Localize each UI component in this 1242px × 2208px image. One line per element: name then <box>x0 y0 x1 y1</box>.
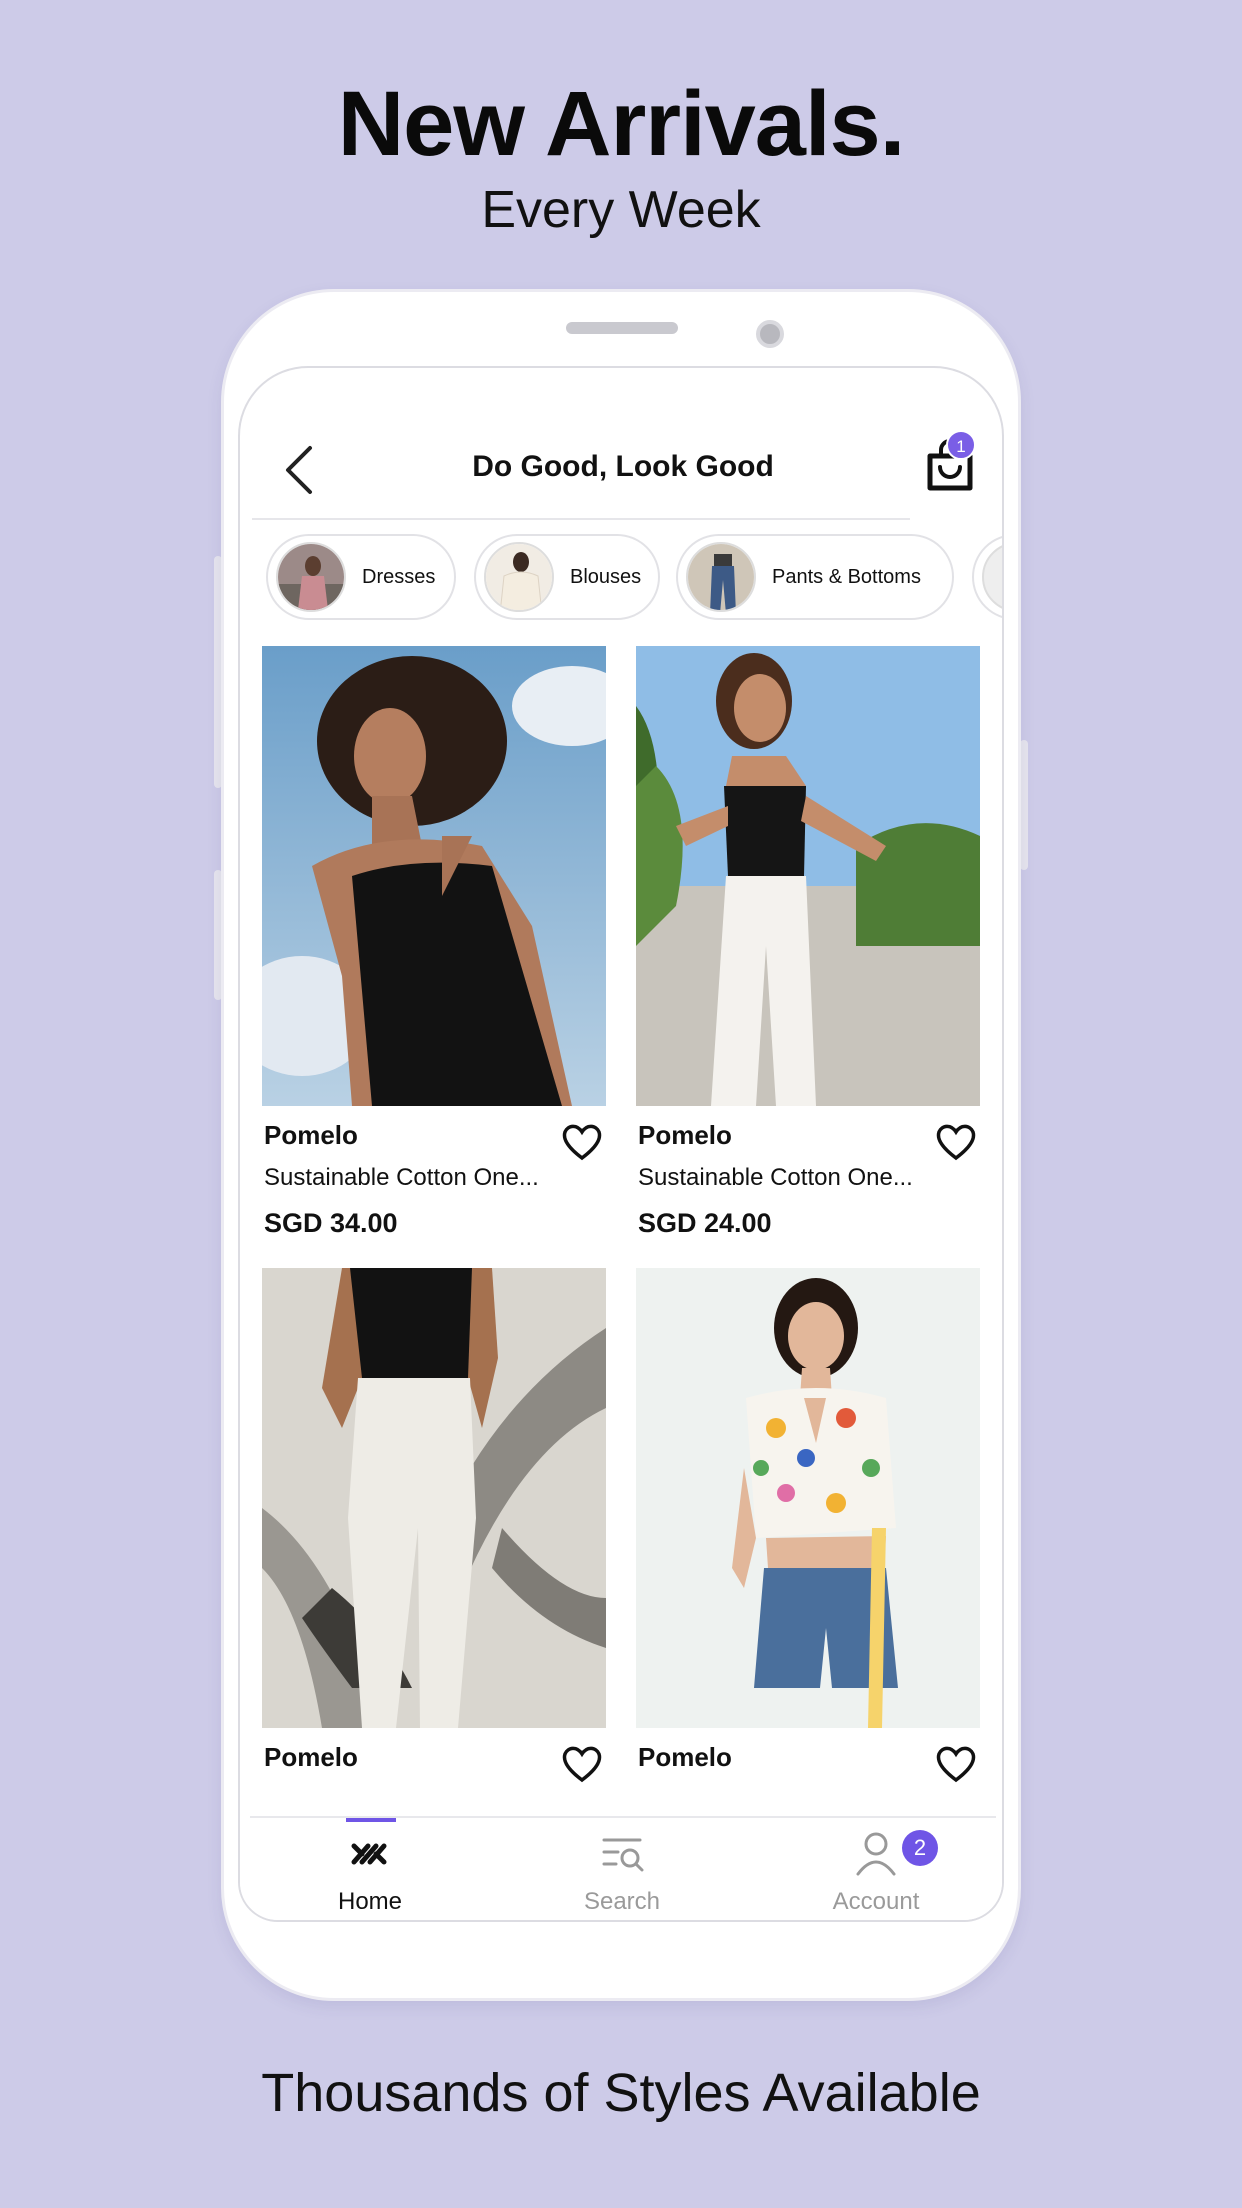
product-card[interactable]: Pomelo Sustainable Cotton One... SGD 34.… <box>262 646 606 1246</box>
category-chips: Dresses Blouses Pants & Bottoms <box>266 534 1002 622</box>
product-brand: Pomelo <box>638 1742 732 1772</box>
more-category-thumbnail <box>982 542 1002 612</box>
category-label: Dresses <box>362 565 436 588</box>
pants-bottoms-thumbnail <box>686 542 756 612</box>
dresses-thumbnail <box>276 542 346 612</box>
nav-label: Home <box>337 1888 403 1915</box>
promo-headline: New Arrivals. <box>337 73 906 175</box>
product-card[interactable]: Pomelo <box>636 1268 980 1788</box>
phone-power-button <box>1020 740 1028 870</box>
product-brand: Pomelo <box>638 1120 732 1150</box>
promo-footer: Thousands of Styles Available <box>261 2063 981 2123</box>
phone-side-button <box>214 870 222 1000</box>
heart-icon[interactable] <box>560 1742 604 1786</box>
account-notification-badge: 2 <box>902 1830 938 1866</box>
nav-search[interactable]: Search <box>532 1824 712 1916</box>
product-brand: Pomelo <box>264 1742 358 1772</box>
bottom-navigation: Home Search Account 2 <box>240 1816 1002 1920</box>
product-image[interactable] <box>636 646 980 1106</box>
product-card[interactable]: Pomelo Sustainable Cotton One... SGD 24.… <box>636 646 980 1246</box>
product-name: Sustainable Cotton One... <box>638 1164 913 1191</box>
phone-frame: Do Good, Look Good 1 Dresses Blouses Pan… <box>224 292 1018 1998</box>
category-chip-dresses[interactable]: Dresses <box>266 534 456 620</box>
app-header: Do Good, Look Good 1 <box>240 368 1002 508</box>
category-chip-more[interactable] <box>972 534 1002 620</box>
blouses-thumbnail <box>484 542 554 612</box>
nav-home[interactable]: Home <box>280 1824 460 1916</box>
home-logo-icon <box>351 1843 387 1865</box>
product-brand: Pomelo <box>264 1120 358 1150</box>
category-label: Blouses <box>570 565 642 588</box>
product-name: Sustainable Cotton One... <box>264 1164 539 1191</box>
app-screen: Do Good, Look Good 1 Dresses Blouses Pan… <box>238 366 1004 1922</box>
heart-icon[interactable] <box>934 1742 978 1786</box>
phone-camera <box>756 320 784 348</box>
nav-label: Search <box>583 1888 661 1915</box>
page-title: Do Good, Look Good <box>472 450 774 483</box>
active-tab-indicator <box>346 1818 396 1822</box>
product-price: SGD 24.00 <box>638 1208 772 1238</box>
product-card[interactable]: Pomelo <box>262 1268 606 1788</box>
product-image[interactable] <box>262 1268 606 1728</box>
category-chip-blouses[interactable]: Blouses <box>474 534 660 620</box>
promo-subheadline: Every Week <box>481 181 761 239</box>
phone-volume-button <box>214 556 222 788</box>
header-divider <box>252 518 910 520</box>
category-label: Pants & Bottoms <box>772 565 921 588</box>
product-price: SGD 34.00 <box>264 1208 398 1238</box>
search-icon <box>602 1838 644 1872</box>
nav-account[interactable]: Account 2 <box>786 1824 966 1916</box>
heart-icon[interactable] <box>934 1120 978 1164</box>
product-image[interactable] <box>262 646 606 1106</box>
category-chip-pants-bottoms[interactable]: Pants & Bottoms <box>676 534 954 620</box>
nav-label: Account <box>832 1888 920 1915</box>
account-icon <box>856 1832 896 1876</box>
cart-count-badge: 1 <box>946 430 976 460</box>
product-image[interactable] <box>636 1268 980 1728</box>
heart-icon[interactable] <box>560 1120 604 1164</box>
phone-speaker <box>566 322 678 334</box>
